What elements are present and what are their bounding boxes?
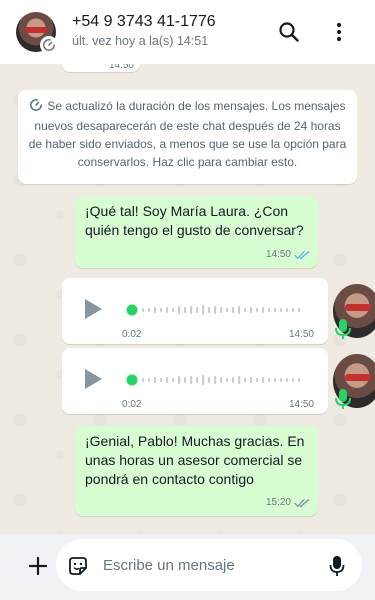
search-icon xyxy=(279,22,299,42)
message-time: 14:50 xyxy=(288,329,314,340)
audio-waveform[interactable] xyxy=(126,300,306,320)
message-text: ¡Genial, Pablo! Muchas gracias. En unas … xyxy=(85,433,305,487)
play-icon xyxy=(85,299,102,319)
disappearing-timer-icon xyxy=(40,36,58,54)
search-button[interactable] xyxy=(275,18,303,46)
play-icon xyxy=(85,369,102,389)
contact-info[interactable]: +54 9 3743 41-1776 últ. vez hoy a la(s) … xyxy=(72,12,302,50)
message-time: 14:50 xyxy=(288,399,314,410)
attach-button[interactable] xyxy=(24,552,52,580)
menu-button[interactable] xyxy=(325,18,353,46)
outgoing-message[interactable]: ¡Qué tal! Soy María Laura. ¿Con quién te… xyxy=(75,196,318,268)
message-list[interactable]: 14:50 Se actualizó la duración de los me… xyxy=(0,60,375,534)
double-check-read-icon xyxy=(294,250,310,259)
message-meta: 14:50 xyxy=(266,245,310,264)
system-message[interactable]: Se actualizó la duración de los mensajes… xyxy=(18,90,357,184)
play-button[interactable] xyxy=(82,298,104,320)
contact-avatar-wrap[interactable] xyxy=(16,12,58,54)
sticker-button[interactable] xyxy=(64,552,92,580)
audio-waveform[interactable] xyxy=(126,370,306,390)
avatar-glasses xyxy=(25,27,47,33)
microphone-icon xyxy=(335,319,351,339)
plus-icon xyxy=(29,557,47,575)
play-button[interactable] xyxy=(82,368,104,390)
sticker-icon xyxy=(69,557,87,575)
double-check-delivered-icon xyxy=(294,498,310,507)
last-seen-status: últ. vez hoy a la(s) 14:51 xyxy=(72,34,209,48)
message-time: 15:20 xyxy=(265,497,291,508)
message-input[interactable] xyxy=(56,539,362,591)
avatar-glasses xyxy=(345,304,371,311)
voice-duration: 0:02 xyxy=(122,399,142,410)
timer-icon xyxy=(29,98,43,117)
menu-dots-icon xyxy=(336,22,342,42)
chat-header: +54 9 3743 41-1776 últ. vez hoy a la(s) … xyxy=(0,0,375,64)
voice-record-button[interactable] xyxy=(323,552,351,580)
microphone-icon xyxy=(329,556,345,576)
message-text: ¡Qué tal! Soy María Laura. ¿Con quién te… xyxy=(85,203,304,238)
avatar-glasses xyxy=(345,374,371,381)
contact-name[interactable]: +54 9 3743 41-1776 xyxy=(72,12,302,32)
message-meta: 15:20 xyxy=(266,493,310,512)
voice-duration: 0:02 xyxy=(122,329,142,340)
whatsapp-chat-window: +54 9 3743 41-1776 últ. vez hoy a la(s) … xyxy=(0,0,375,600)
playback-position-dot xyxy=(126,304,138,316)
message-time: 14:50 xyxy=(265,249,291,260)
microphone-icon xyxy=(335,389,351,409)
incoming-voice-message[interactable]: 0:02 14:50 xyxy=(62,278,328,344)
playback-position-dot xyxy=(126,374,138,386)
outgoing-message[interactable]: ¡Genial, Pablo! Muchas gracias. En unas … xyxy=(75,426,318,516)
message-composer xyxy=(0,534,375,600)
system-message-text: Se actualizó la duración de los mensajes… xyxy=(28,99,347,169)
incoming-voice-message[interactable]: 0:02 14:50 xyxy=(62,348,328,414)
